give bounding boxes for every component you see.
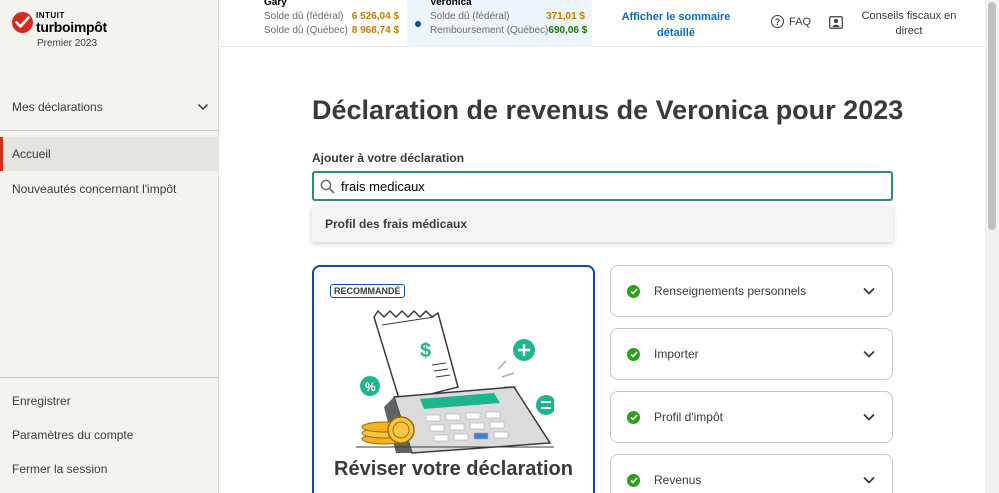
balance-row: Solde dû (Québec) 8 968,74 $ xyxy=(264,24,399,38)
chevron-down-icon xyxy=(863,350,875,358)
expert-portrait-icon[interactable] xyxy=(829,16,843,29)
search-input[interactable] xyxy=(341,178,861,194)
sidebar-divider xyxy=(0,130,219,131)
balance-label: Solde dû (fédéral) xyxy=(264,11,344,22)
active-person-dot xyxy=(415,21,421,27)
search-field[interactable] xyxy=(312,171,893,201)
sidebar-item-enregistrer[interactable]: Enregistrer xyxy=(0,384,219,418)
balance-amount: 6 526,04 $ xyxy=(351,11,399,22)
chevron-down-icon xyxy=(863,476,875,484)
summary-veronica[interactable]: Veronica Solde dû (fédéral) 371,01 $ Rem… xyxy=(430,0,588,38)
product-edition: Premier 2023 xyxy=(37,38,98,49)
checkmark-circle-icon xyxy=(627,473,640,487)
sidebar-item-label: Enregistrer xyxy=(12,394,71,408)
section-revenus[interactable]: Revenus xyxy=(610,454,893,493)
balance-amount: 8 968,74 $ xyxy=(351,25,399,36)
checkmark-circle-icon xyxy=(627,347,640,361)
section-profil-impot[interactable]: Profil d'impôt xyxy=(610,391,893,443)
scrollbar-thumb[interactable] xyxy=(988,2,996,230)
svg-text:$: $ xyxy=(420,340,431,362)
sidebar-item-fermer-session[interactable]: Fermer la session xyxy=(0,452,219,486)
turboimpot-logo[interactable]: INTUIT turboimpôt Premier 2023 xyxy=(12,8,112,50)
recommended-badge: RECOMMANDÉ xyxy=(330,284,405,298)
section-label: Profil d'impôt xyxy=(654,410,723,424)
section-label: Importer xyxy=(654,347,699,361)
balance-label: Solde dû (Québec) xyxy=(264,25,348,36)
brand-name: turboimpôt xyxy=(36,19,107,35)
summary-gary[interactable]: Gary Solde dû (fédéral) 6 526,04 $ Solde… xyxy=(264,0,399,38)
suggestion-label: Profil des frais médicaux xyxy=(325,217,468,231)
person-name: Veronica xyxy=(430,0,472,8)
sidebar-item-mes-declarations[interactable]: Mes déclarations xyxy=(0,90,219,124)
sidebar-item-label: Paramètres du compte xyxy=(12,428,134,442)
page-title: Déclaration de revenus de Veronica pour … xyxy=(312,95,904,125)
person-name: Gary xyxy=(264,0,287,8)
chevron-down-icon xyxy=(863,413,875,421)
sidebar-item-accueil[interactable]: Accueil xyxy=(0,137,219,171)
add-to-return-label: Ajouter à votre déclaration xyxy=(312,151,465,165)
balance-row: Solde dû (fédéral) 371,01 $ xyxy=(430,10,585,24)
faq-label: FAQ xyxy=(789,15,812,28)
sidebar-item-parametres[interactable]: Paramètres du compte xyxy=(0,418,219,452)
section-renseignements-personnels[interactable]: Renseignements personnels xyxy=(610,265,893,317)
checkmark-circle-icon xyxy=(627,284,640,298)
section-label: Revenus xyxy=(654,473,702,487)
top-summary-bar: Gary Solde dû (fédéral) 6 526,04 $ Solde… xyxy=(219,0,985,47)
sidebar-item-label: Mes déclarations xyxy=(12,100,103,114)
section-importer[interactable]: Importer xyxy=(610,328,893,380)
balance-label: Remboursement (Québec) xyxy=(430,25,549,36)
detailed-summary-link[interactable]: Afficher le sommaire détaillé xyxy=(611,9,741,41)
search-suggestion-item[interactable]: Profil des frais médicaux xyxy=(312,206,893,242)
sidebar-item-label: Nouveautés concernant l'impôt xyxy=(12,182,177,196)
sidebar-item-label: Accueil xyxy=(12,147,51,161)
calculator-receipt-illustration: % $ xyxy=(356,309,554,454)
chevron-down-icon xyxy=(197,103,209,111)
live-tax-advice-button[interactable]: Conseils fiscaux en direct xyxy=(854,9,964,39)
recommended-card-title: Réviser votre déclaration xyxy=(334,458,573,480)
balance-row: Remboursement (Québec) 690,06 $ xyxy=(430,24,588,38)
sidebar-item-label: Fermer la session xyxy=(12,462,108,476)
checkmark-logo-icon xyxy=(12,12,33,33)
balance-amount: 371,01 $ xyxy=(546,11,585,22)
balance-amount: 690,06 $ xyxy=(548,25,588,36)
chevron-down-icon xyxy=(863,287,875,295)
page-scrollbar[interactable] xyxy=(985,0,999,493)
sidebar-divider xyxy=(0,377,219,378)
question-circle-icon: ? xyxy=(771,15,784,28)
svg-text:%: % xyxy=(365,380,376,394)
sidebar-item-nouveautes[interactable]: Nouveautés concernant l'impôt xyxy=(0,172,219,206)
balance-label: Solde dû (fédéral) xyxy=(430,11,510,22)
search-icon xyxy=(320,179,335,193)
section-label: Renseignements personnels xyxy=(654,284,807,298)
faq-button[interactable]: ? FAQ xyxy=(771,15,811,28)
recommended-card-review[interactable]: RECOMMANDÉ % $ Réviser votre déclaration xyxy=(312,265,595,493)
sidebar: INTUIT turboimpôt Premier 2023 Mes décla… xyxy=(0,0,219,493)
checkmark-circle-icon xyxy=(627,410,640,424)
balance-row: Solde dû (fédéral) 6 526,04 $ xyxy=(264,10,399,24)
